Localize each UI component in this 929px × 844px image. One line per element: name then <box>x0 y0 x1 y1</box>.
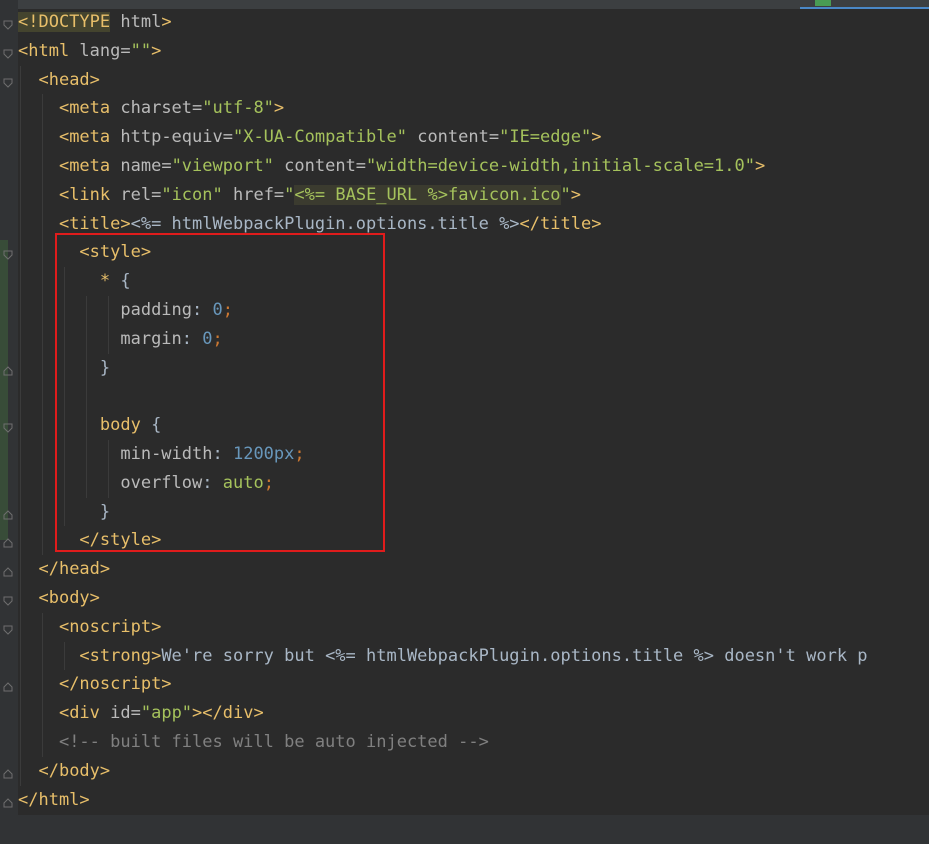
code-line[interactable]: </noscript> <box>18 670 172 699</box>
code-token: "X-UA-Compatible" <box>232 127 407 148</box>
fold-marker-icon[interactable] <box>3 49 13 59</box>
code-token: "IE=edge" <box>499 127 592 148</box>
code-token: "width=device-width,initial-scale=1.0" <box>366 156 755 176</box>
code-token: </body> <box>38 760 111 781</box>
fold-marker-icon[interactable] <box>3 20 13 30</box>
file-type-icon <box>815 0 831 6</box>
fold-marker-icon[interactable] <box>3 625 13 635</box>
code-token: </html> <box>18 789 90 810</box>
code-token: favicon.ico <box>447 184 561 205</box>
code-token: charset= <box>110 98 203 119</box>
code-token: We're sorry but <%= htmlWebpackPlugin.op… <box>161 645 868 666</box>
code-token: href= <box>222 184 285 205</box>
code-token: http-equiv= <box>110 127 233 148</box>
fold-marker-icon[interactable] <box>3 567 13 577</box>
fold-marker-icon[interactable] <box>3 682 13 692</box>
code-line[interactable]: <!DOCTYPE html> <box>18 8 172 37</box>
code-token: <noscript> <box>58 616 162 637</box>
code-token: > <box>273 98 285 119</box>
code-token: <%= htmlWebpackPlugin.options.title %> <box>130 213 520 234</box>
fold-marker-icon[interactable] <box>3 509 13 520</box>
code-token: > <box>161 12 172 32</box>
code-token: lang= <box>69 40 131 61</box>
code-token: "utf-8" <box>202 98 274 119</box>
code-token: <strong> <box>79 645 162 666</box>
code-token: "icon" <box>161 184 223 205</box>
code-token: <meta <box>58 127 111 148</box>
code-line[interactable]: <body> <box>18 584 100 613</box>
code-token: <%= BASE_URL %> <box>294 184 448 205</box>
code-token: name= <box>110 156 172 176</box>
code-token: rel= <box>110 184 162 205</box>
code-token: "" <box>130 40 152 61</box>
fold-marker-icon[interactable] <box>3 250 13 261</box>
fold-marker-icon[interactable] <box>3 365 13 376</box>
code-line[interactable]: </html> <box>18 786 90 815</box>
code-line[interactable]: <meta http-equiv="X-UA-Compatible" conte… <box>18 123 602 152</box>
code-token: <!DOCTYPE <box>18 12 111 32</box>
code-token: <meta <box>58 156 111 176</box>
fold-marker-icon[interactable] <box>3 769 13 779</box>
code-token: > <box>570 184 582 205</box>
code-token: id= <box>99 703 141 724</box>
code-token: </title> <box>519 213 602 234</box>
code-token: </head> <box>38 559 111 580</box>
code-line[interactable]: <!-- built files will be auto injected -… <box>18 728 489 757</box>
code-line[interactable]: <noscript> <box>18 613 161 642</box>
code-line[interactable]: </head> <box>18 555 110 584</box>
code-token: " <box>560 184 571 205</box>
code-token: <body> <box>38 588 100 608</box>
code-token: <link <box>58 184 111 205</box>
code-line[interactable]: <html lang=""> <box>18 37 161 66</box>
editor-bottom-area <box>18 815 929 844</box>
code-token: " <box>284 184 295 205</box>
code-line[interactable]: <meta charset="utf-8"> <box>18 94 284 123</box>
fold-marker-icon[interactable] <box>3 538 13 548</box>
code-token: <head> <box>38 69 100 90</box>
code-token: <div <box>58 703 100 724</box>
code-line[interactable]: <head> <box>18 66 100 95</box>
code-token: > <box>591 127 602 148</box>
code-token: <meta <box>58 98 111 119</box>
code-token: <title> <box>58 213 131 234</box>
code-token: "app" <box>140 703 193 724</box>
code-line[interactable]: <link rel="icon" href="<%= BASE_URL %>fa… <box>18 181 581 210</box>
code-token: <!-- built files will be auto injected -… <box>58 732 489 752</box>
code-token: <html <box>18 40 70 61</box>
fold-marker-icon[interactable] <box>3 423 13 433</box>
code-line[interactable]: <strong>We're sorry but <%= htmlWebpackP… <box>18 642 868 671</box>
code-token: ></div> <box>192 703 264 724</box>
code-token: content= <box>406 127 500 148</box>
fold-marker-icon[interactable] <box>3 78 13 88</box>
fold-marker-icon[interactable] <box>3 596 13 606</box>
code-token: html <box>110 12 162 32</box>
vcs-change-marker <box>0 240 8 540</box>
code-token: "viewport" <box>171 156 274 176</box>
code-token: content= <box>273 156 367 176</box>
active-tab-indicator <box>800 7 929 9</box>
annotation-highlight-box <box>55 233 385 552</box>
code-line[interactable]: <div id="app"></div> <box>18 699 264 728</box>
fold-marker-icon[interactable] <box>3 797 13 808</box>
code-token: > <box>754 156 766 176</box>
code-line[interactable]: <meta name="viewport" content="width=dev… <box>18 152 765 181</box>
code-line[interactable]: </body> <box>18 757 110 786</box>
code-token: > <box>151 40 162 61</box>
code-token: </noscript> <box>58 674 172 695</box>
